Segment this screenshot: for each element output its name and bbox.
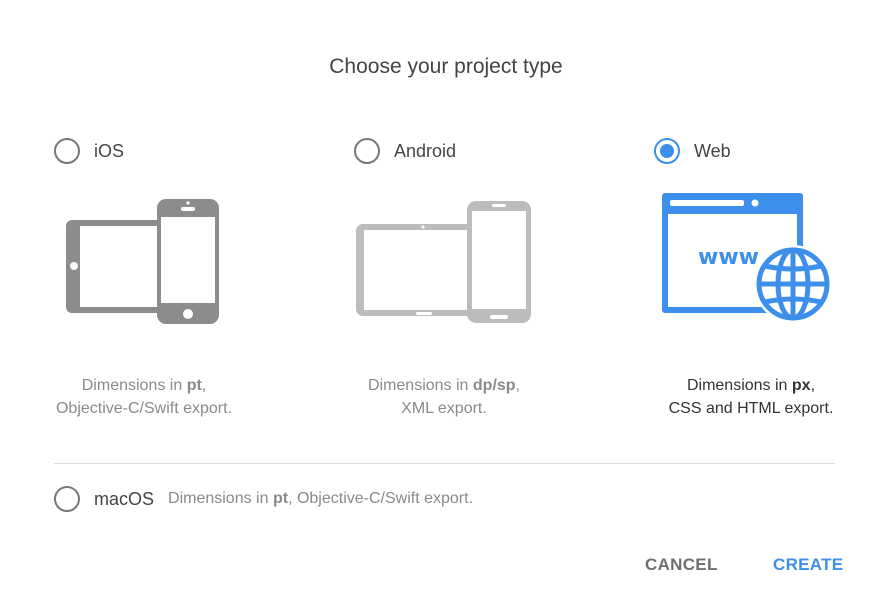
macos-radio[interactable] (54, 486, 80, 512)
web-label: Web (694, 140, 731, 161)
ios-description: Dimensions in pt, Objective-C/Swift expo… (55, 377, 233, 417)
create-button[interactable]: CREATE (773, 555, 843, 575)
android-description: Dimensions in dp/sp, XML export. (367, 377, 521, 417)
ios-radio[interactable] (54, 138, 80, 164)
web-browser-globe-icon: www (662, 193, 832, 323)
radio-option-ios[interactable]: iOS (54, 138, 124, 164)
android-label: Android (394, 140, 457, 161)
macos-description: Dimensions in pt, Objective-C/Swift expo… (168, 490, 474, 507)
radio-option-android[interactable]: Android (354, 138, 456, 164)
android-radio[interactable] (354, 138, 380, 164)
www-text: www (698, 245, 759, 270)
cancel-button[interactable]: CANCEL (645, 555, 718, 575)
dialog-title: Choose your project type (329, 55, 563, 78)
ios-label: iOS (94, 140, 125, 161)
android-devices-icon (356, 201, 531, 323)
divider (54, 463, 835, 464)
web-radio[interactable] (654, 138, 680, 164)
macos-label: macOS (94, 488, 155, 509)
radio-option-macos[interactable]: macOS Dimensions in pt, Objective-C/Swif… (54, 486, 473, 512)
web-description: Dimensions in px, CSS and HTML export. (668, 377, 834, 417)
ios-devices-icon (66, 199, 219, 324)
radio-option-web[interactable]: Web (654, 138, 731, 164)
